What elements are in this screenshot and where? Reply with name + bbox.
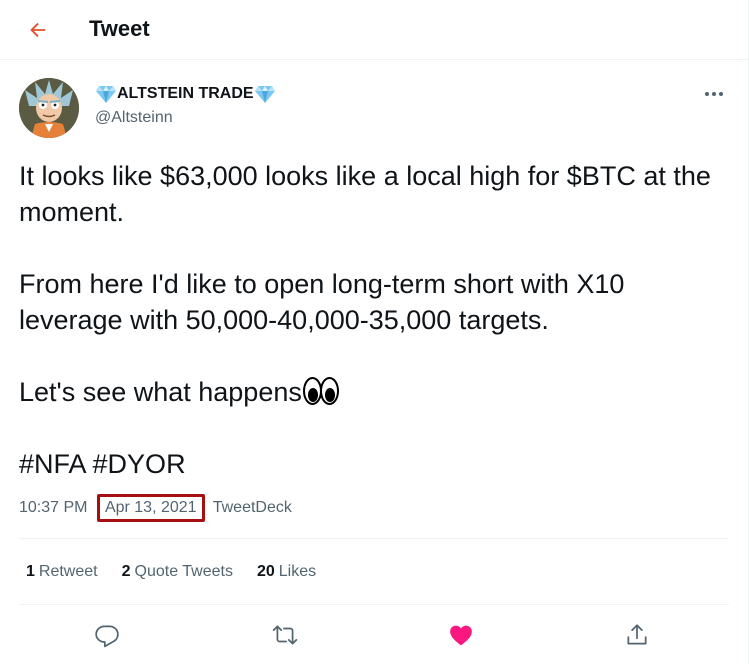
quotes-count: 2 [121, 563, 131, 580]
likes-stat[interactable]: 20 Likes [257, 560, 316, 584]
likes-label: Likes [278, 563, 317, 580]
avatar-image [19, 78, 79, 138]
quotes-label: Quote Tweets [134, 563, 233, 580]
tweet-time[interactable]: 10:37 PM [19, 499, 87, 516]
tweet-date-highlighted[interactable]: Apr 13, 2021 [96, 494, 205, 522]
tweet-source[interactable]: TweetDeck [213, 499, 292, 516]
retweets-label: Retweet [38, 563, 98, 580]
tweet-paragraph: Let's see what happens [19, 374, 719, 410]
tweet-stats: 1 Retweet 2 Quote Tweets 20 Likes [26, 560, 316, 584]
page-header: Tweet [0, 0, 748, 60]
heart-icon [450, 625, 472, 646]
tweet-meta: 10:37 PM Apr 13, 2021 TweetDeck [19, 494, 292, 522]
tweet-detail-page: Tweet ALTSTEIN TRADE @Altsteinn It looks… [0, 0, 749, 664]
author-handle[interactable]: @Altsteinn [95, 108, 173, 128]
retweets-count: 1 [26, 563, 35, 580]
gem-icon [254, 86, 275, 103]
page-title: Tweet [89, 16, 150, 41]
retweet-button[interactable] [270, 620, 300, 650]
back-button[interactable] [22, 14, 54, 46]
share-button[interactable] [622, 620, 652, 650]
reply-icon [95, 625, 119, 648]
more-icon [705, 92, 723, 96]
tweet-text: It looks like $63,000 looks like a local… [19, 158, 719, 482]
reply-button[interactable] [92, 620, 122, 650]
arrow-left-icon [30, 22, 46, 38]
quote-tweets-stat[interactable]: 2 Quote Tweets [122, 560, 233, 584]
share-icon [627, 624, 647, 645]
retweets-stat[interactable]: 1 Retweet [26, 560, 98, 584]
tweet-hashtags[interactable]: #NFA #DYOR [19, 446, 719, 482]
author-name-line[interactable]: ALTSTEIN TRADE [95, 84, 276, 104]
divider [19, 604, 729, 605]
tweet-paragraph: From here I'd like to open long-term sho… [19, 269, 625, 335]
more-options-button[interactable] [700, 82, 728, 106]
like-button[interactable] [446, 620, 476, 650]
divider [19, 538, 729, 539]
author-display-name: ALTSTEIN TRADE [117, 85, 254, 102]
tweet-paragraph: It looks like $63,000 looks like a local… [19, 161, 711, 227]
retweet-icon [272, 625, 298, 645]
eyes-emoji-icon [302, 377, 339, 405]
avatar[interactable] [19, 78, 79, 138]
gem-icon [96, 86, 116, 103]
tweet-paragraph-text: Let's see what happens [19, 377, 302, 407]
likes-count: 20 [256, 563, 275, 580]
